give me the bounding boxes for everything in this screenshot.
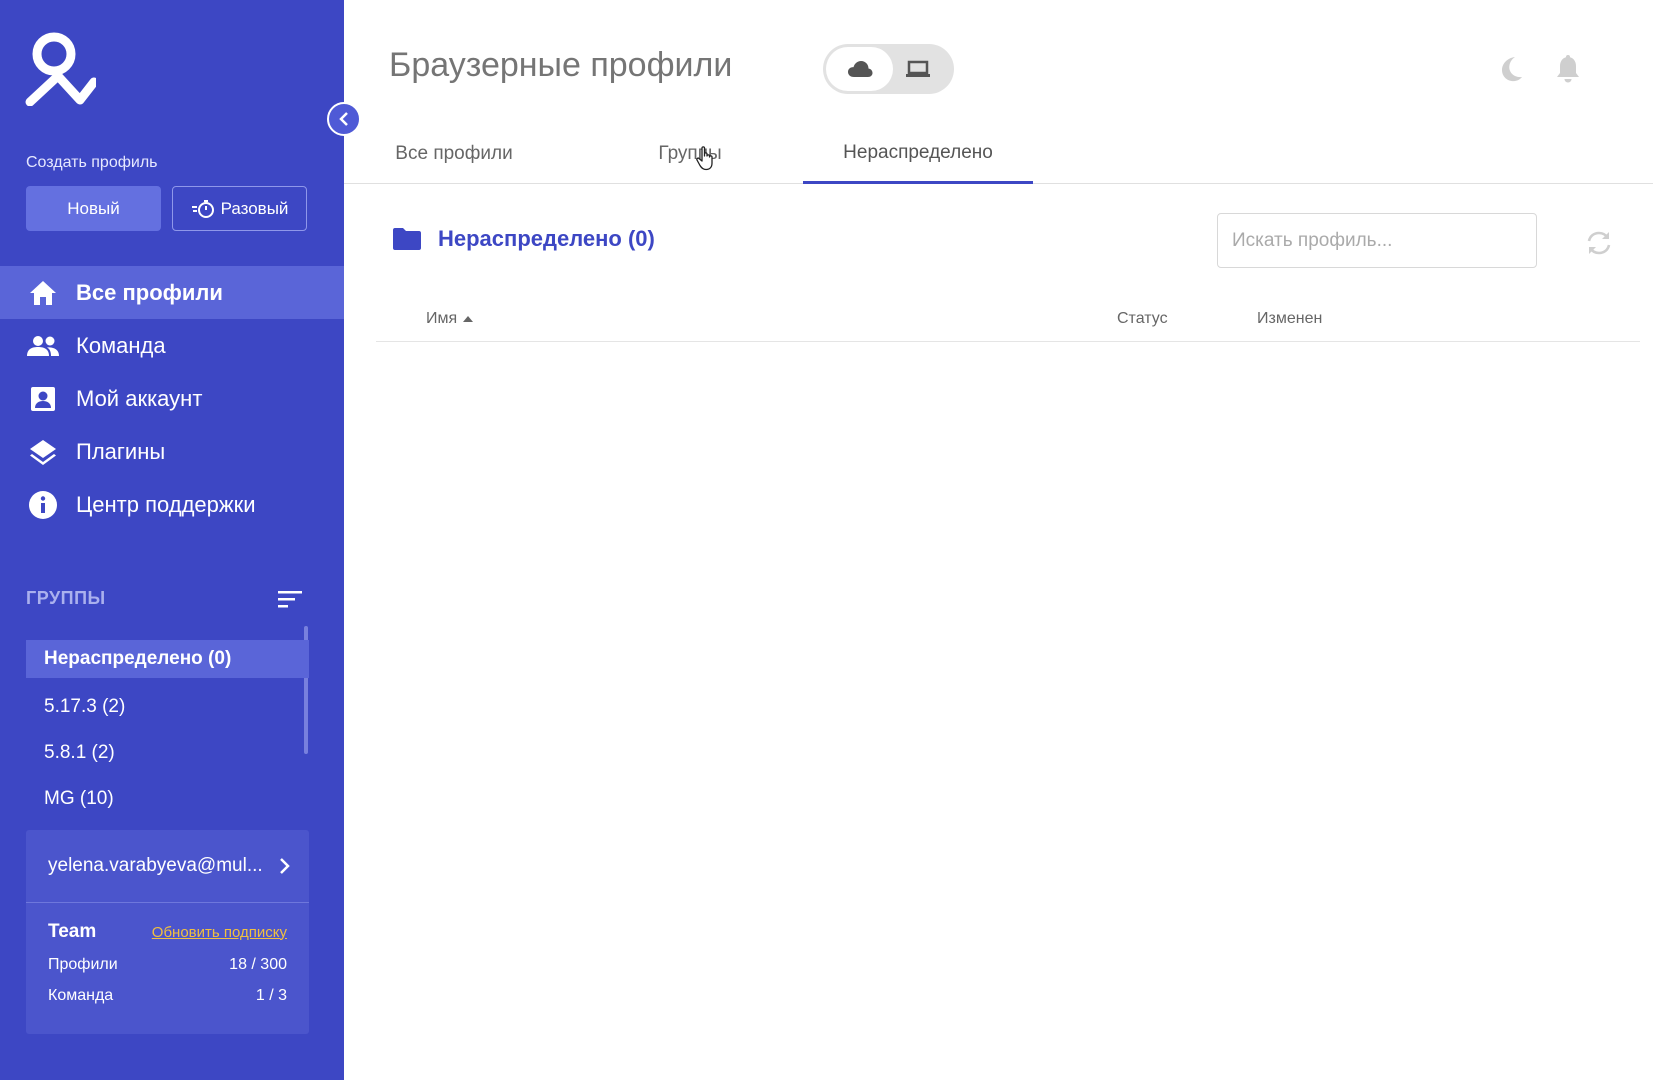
refresh-button[interactable] [1582, 226, 1616, 260]
column-label: Имя [426, 310, 458, 327]
tab-groups[interactable]: Группы [620, 124, 760, 184]
group-item[interactable]: MG (10) [26, 776, 309, 822]
stat-team: Команда 1 / 3 [26, 987, 309, 1005]
sidebar-item-my-account[interactable]: Мой аккаунт [0, 372, 344, 425]
folder-title: Нераспределено (0) [438, 226, 655, 251]
refresh-icon [1587, 231, 1611, 255]
group-item[interactable]: 5.17.3 (2) [26, 684, 309, 730]
column-label: Статус [1117, 310, 1168, 327]
notifications-button[interactable] [1551, 52, 1585, 86]
info-icon [26, 490, 60, 520]
tab-all-profiles[interactable]: Все профили [374, 124, 534, 184]
laptop-icon [905, 60, 930, 77]
sidebar: Создать профиль Новый Разовый Все профил… [0, 0, 344, 1080]
account-email: yelena.varabyeva@mul... [48, 855, 263, 876]
column-modified-header[interactable]: Изменен [1257, 310, 1322, 328]
sidebar-item-label: Мой аккаунт [76, 385, 203, 411]
groups-title: ГРУППЫ [26, 588, 106, 608]
search-profile-input[interactable] [1217, 213, 1537, 268]
account-menu[interactable]: yelena.varabyeva@mul... [26, 830, 309, 903]
profiles-table-header: Имя Статус Изменен [376, 300, 1640, 342]
one-time-profile-label: Разовый [220, 198, 289, 218]
local-mode-option[interactable] [884, 47, 951, 91]
sidebar-item-team[interactable]: Команда [0, 319, 344, 372]
create-profile-label: Создать профиль [26, 154, 158, 171]
chevron-left-icon [339, 112, 348, 126]
new-profile-button[interactable]: Новый [26, 186, 161, 231]
sidebar-item-label: Все профили [76, 279, 223, 305]
upgrade-subscription-link[interactable]: Обновить подписку [152, 924, 287, 941]
group-item-unassigned[interactable]: Нераспределено (0) [26, 640, 309, 678]
tabs-bar: Все профили Группы Нераспределено [344, 124, 1653, 184]
main-content: Браузерные профили Все профили Группы Не… [344, 0, 1653, 1080]
folder-header: Нераспределено (0) [392, 226, 655, 252]
bell-icon [1557, 55, 1579, 83]
column-name-header[interactable]: Имя [426, 310, 474, 328]
plan-name: Team [48, 921, 97, 942]
one-time-profile-button[interactable]: Разовый [172, 186, 307, 231]
column-label: Изменен [1257, 310, 1323, 327]
sidebar-item-all-profiles[interactable]: Все профили [0, 266, 344, 319]
sidebar-item-label: Центр поддержки [76, 491, 256, 517]
chevron-right-icon [280, 858, 290, 874]
logo-icon [25, 32, 96, 106]
timer-icon [191, 199, 214, 218]
sidebar-item-support[interactable]: Центр поддержки [0, 478, 344, 531]
hand-cursor-icon [696, 146, 713, 171]
collapse-sidebar-button[interactable] [327, 102, 361, 136]
account-panel: yelena.varabyeva@mul... Team Обновить по… [26, 830, 309, 1034]
group-item[interactable]: 5.8.1 (2) [26, 730, 309, 776]
groups-list: Нераспределено (0) 5.17.3 (2) 5.8.1 (2) … [26, 640, 309, 822]
moon-icon [1502, 57, 1522, 82]
tab-unassigned[interactable]: Нераспределено [803, 124, 1033, 184]
sort-asc-icon [463, 316, 474, 322]
layers-icon [26, 437, 60, 467]
dark-mode-toggle[interactable] [1494, 52, 1528, 86]
stat-profiles: Профили 18 / 300 [26, 956, 309, 974]
plan-row: Team Обновить подписку [26, 921, 309, 943]
folder-icon [393, 228, 421, 250]
cloud-mode-option[interactable] [826, 47, 893, 91]
storage-mode-toggle [823, 44, 954, 94]
sidebar-item-plugins[interactable]: Плагины [0, 425, 344, 478]
account-icon [26, 384, 60, 414]
home-icon [26, 278, 60, 308]
sidebar-item-label: Плагины [76, 438, 166, 464]
stat-label: Команда [48, 987, 114, 1004]
column-status-header[interactable]: Статус [1117, 310, 1168, 328]
stat-label: Профили [48, 956, 118, 973]
cloud-icon [847, 61, 872, 77]
groups-header: ГРУППЫ [26, 588, 302, 609]
page-title: Браузерные профили [389, 46, 733, 84]
team-icon [26, 331, 60, 361]
stat-value: 1 / 3 [255, 987, 287, 1004]
sort-icon[interactable] [278, 590, 302, 608]
sidebar-nav: Все профили Команда Мой аккаунт Плагины … [0, 266, 344, 531]
stat-value: 18 / 300 [229, 956, 287, 973]
sidebar-item-label: Команда [76, 332, 166, 358]
